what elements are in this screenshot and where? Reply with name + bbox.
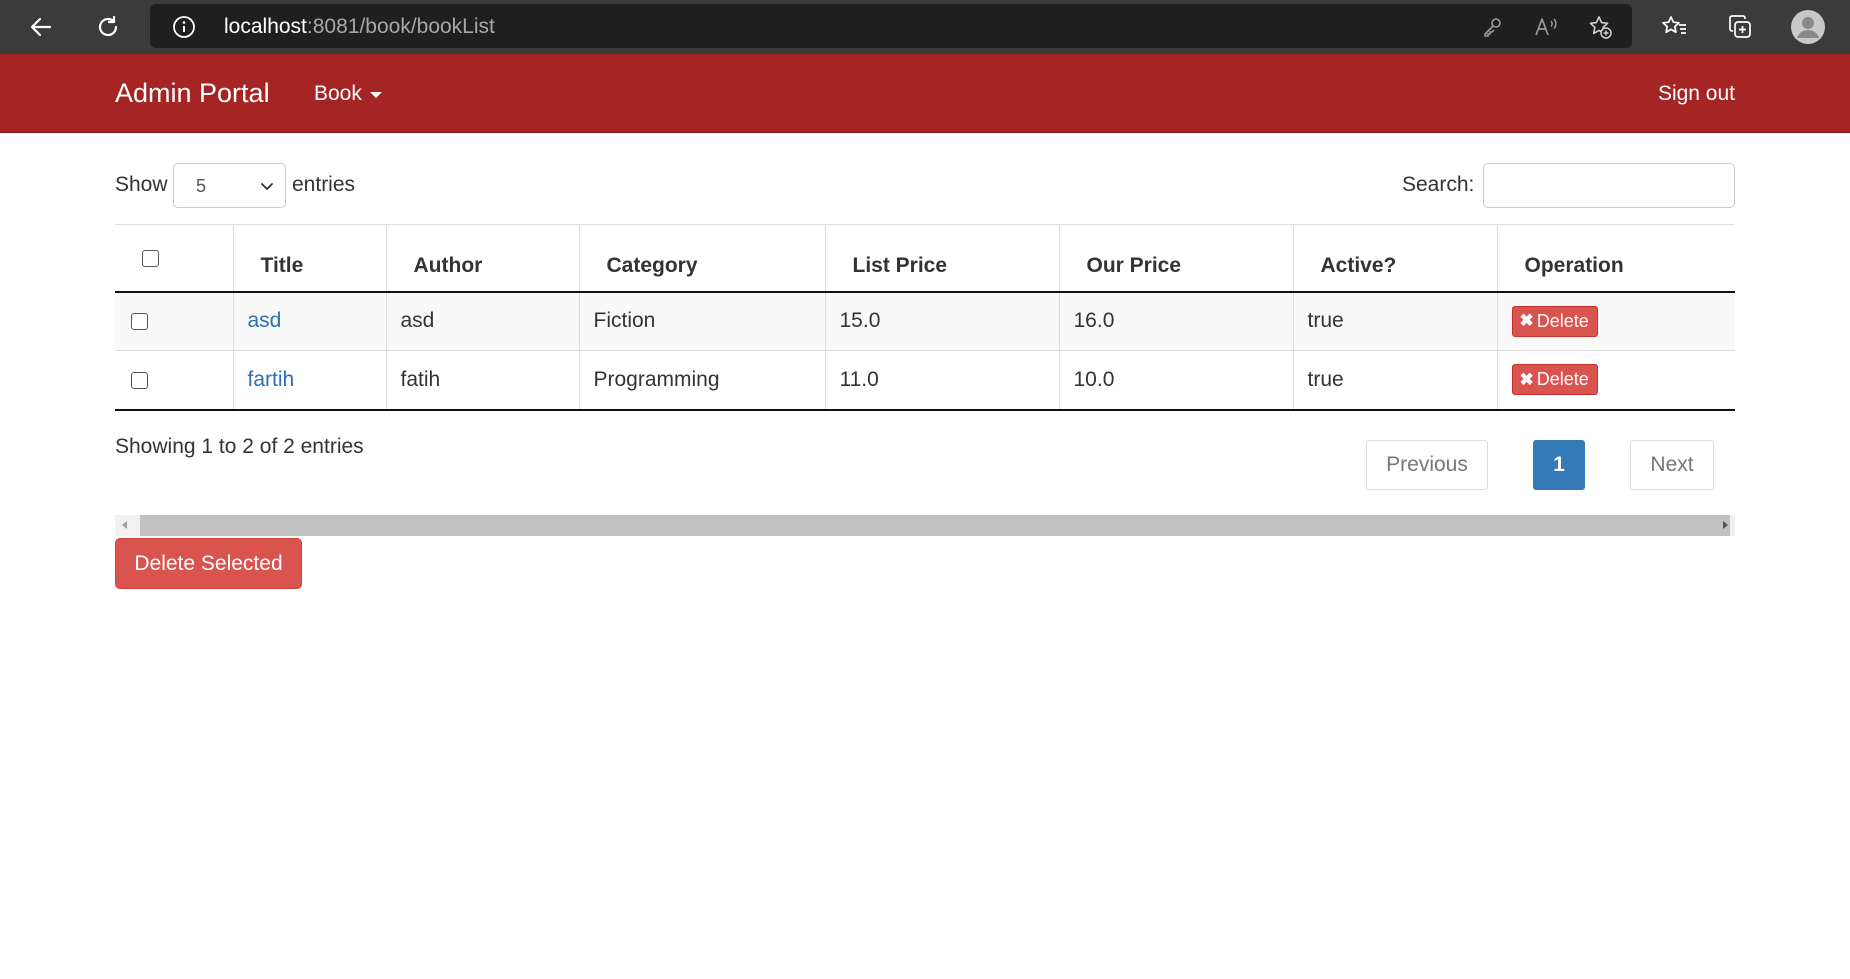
delete-button[interactable]: ✖ Delete: [1511, 305, 1598, 337]
scrollbar-thumb[interactable]: [140, 515, 1730, 536]
profile-button[interactable]: [1787, 6, 1829, 48]
book-title-link[interactable]: asd: [248, 309, 282, 332]
row-select-cell: [115, 350, 233, 411]
sign-out-link[interactable]: Sign out: [1658, 82, 1735, 106]
author-cell: fatih: [385, 350, 579, 411]
row-checkbox[interactable]: [131, 313, 148, 331]
our-price-cell: 16.0: [1058, 291, 1293, 351]
favorites-button[interactable]: [1653, 6, 1695, 48]
table-row: fartih fatih Programming 11.0 10.0 true …: [115, 350, 1735, 411]
search-label: Search:: [1402, 173, 1475, 196]
url-path: :8081/book/bookList: [306, 15, 495, 38]
category-cell: Programming: [578, 350, 825, 411]
collections-button[interactable]: [1719, 6, 1761, 48]
row-select-cell: [115, 291, 233, 351]
category-cell: Fiction: [578, 291, 825, 351]
column-header-operation[interactable]: Operation: [1496, 224, 1735, 293]
show-label: Show: [115, 173, 168, 196]
info-icon: [173, 16, 195, 38]
row-checkbox[interactable]: [131, 371, 148, 389]
brand-link[interactable]: Admin Portal: [115, 78, 270, 109]
page-1-button[interactable]: 1: [1533, 440, 1585, 490]
delete-label: Delete: [1536, 310, 1589, 331]
caret-down-icon: [369, 92, 382, 98]
scroll-right-arrow-icon[interactable]: [1723, 521, 1728, 529]
page-length-value: 5: [196, 176, 207, 196]
back-button[interactable]: [20, 6, 62, 48]
operation-cell: ✖ Delete: [1496, 291, 1735, 351]
author-cell: asd: [385, 291, 579, 351]
column-header-list-price[interactable]: List Price: [824, 224, 1059, 293]
browser-toolbar: localhost:8081/book/bookList: [0, 0, 1850, 54]
table-header-row: Title Author Category List Price Our Pri…: [115, 224, 1735, 293]
scroll-left-arrow-icon[interactable]: [122, 521, 127, 529]
column-header-category[interactable]: Category: [578, 224, 825, 293]
url-text[interactable]: localhost:8081/book/bookList: [224, 15, 495, 39]
title-cell: fartih: [232, 350, 386, 411]
entries-label: entries: [292, 173, 356, 196]
password-key-icon[interactable]: [1478, 13, 1506, 41]
book-title-link[interactable]: fartih: [248, 368, 295, 391]
page-length-select[interactable]: 5: [173, 163, 286, 208]
column-header-author[interactable]: Author: [385, 224, 579, 293]
delete-label: Delete: [1536, 369, 1589, 390]
list-price-cell: 15.0: [824, 291, 1059, 351]
back-arrow-icon: [30, 17, 52, 37]
url-host: localhost: [224, 15, 307, 38]
collections-icon: [1729, 15, 1751, 38]
books-table-container: Title Author Category List Price Our Pri…: [115, 224, 1735, 411]
chevron-down-icon: [261, 183, 273, 190]
avatar-icon: [1791, 10, 1825, 44]
active-cell: true: [1292, 350, 1497, 411]
our-price-cell: 10.0: [1058, 350, 1293, 411]
book-menu-dropdown[interactable]: Book: [314, 82, 382, 106]
select-all-checkbox[interactable]: [142, 249, 159, 267]
operation-cell: ✖ Delete: [1496, 350, 1735, 411]
address-bar[interactable]: localhost:8081/book/bookList: [150, 4, 1632, 48]
book-menu-label: Book: [314, 82, 362, 105]
next-page-button[interactable]: Next: [1630, 440, 1714, 490]
active-cell: true: [1292, 291, 1497, 351]
refresh-button[interactable]: [87, 6, 129, 48]
title-cell: asd: [232, 291, 386, 351]
search-input[interactable]: [1483, 163, 1735, 208]
horizontal-scrollbar[interactable]: [115, 515, 1735, 536]
delete-selected-button[interactable]: Delete Selected: [115, 538, 302, 589]
favorites-icon: [1662, 16, 1686, 34]
select-all-cell: [115, 224, 233, 293]
add-favorite-icon[interactable]: [1586, 13, 1614, 41]
remove-x-icon: ✖: [1519, 311, 1534, 331]
previous-page-button[interactable]: Previous: [1366, 440, 1488, 490]
books-table: Title Author Category List Price Our Pri…: [115, 224, 1735, 411]
navbar: Admin Portal Book Sign out: [0, 54, 1850, 133]
read-aloud-icon[interactable]: [1532, 13, 1560, 41]
column-header-active[interactable]: Active?: [1292, 224, 1497, 293]
list-price-cell: 11.0: [824, 350, 1059, 411]
refresh-icon: [98, 15, 118, 37]
column-header-title[interactable]: Title: [232, 224, 386, 293]
table-row: asd asd Fiction 15.0 16.0 true ✖ Delete: [115, 291, 1735, 351]
table-info-text: Showing 1 to 2 of 2 entries: [115, 435, 364, 458]
delete-button[interactable]: ✖ Delete: [1511, 364, 1598, 396]
remove-x-icon: ✖: [1519, 369, 1534, 389]
column-header-our-price[interactable]: Our Price: [1058, 224, 1293, 293]
